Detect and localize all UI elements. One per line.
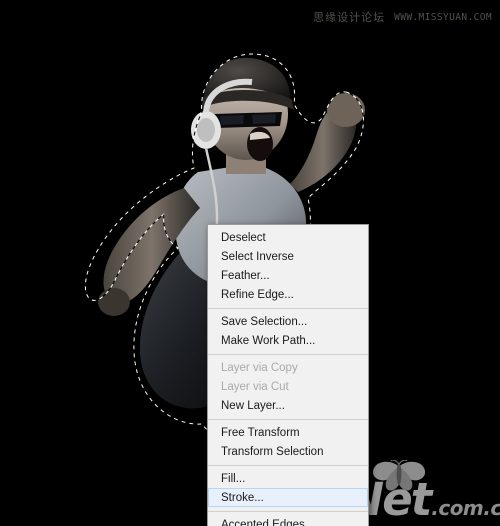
menu-item-layer-via-copy: Layer via Copy	[221, 362, 298, 374]
menu-item-layer-via-cut: Layer via Cut	[221, 381, 289, 393]
menu-item-fill[interactable]: Fill...	[208, 469, 368, 488]
menu-item-select-inverse[interactable]: Select Inverse	[208, 247, 368, 266]
watermark-chinese-text: 思缘设计论坛	[313, 11, 386, 24]
menu-separator	[208, 465, 368, 466]
menu-item-free-transform[interactable]: Free Transform	[208, 423, 368, 442]
menu-item-make-work-path[interactable]: Make Work Path...	[208, 331, 368, 350]
photoshop-canvas: 思缘设计论坛 WWW.MISSYUAN.COM Net .com. Desele…	[0, 0, 500, 526]
sunglass-lens-left	[220, 115, 244, 125]
watermark: 思缘设计论坛 WWW.MISSYUAN.COM	[313, 9, 492, 25]
menu-separator	[208, 354, 368, 355]
menu-item-new-layer[interactable]: New Layer...	[208, 396, 368, 415]
menu-item-save-selection[interactable]: Save Selection...	[208, 312, 368, 331]
logo-text-domain: .com.cn	[431, 496, 500, 520]
headphone-earpad	[197, 118, 215, 142]
menu-item-transform-selection[interactable]: Transform Selection	[208, 442, 368, 461]
menu-separator	[208, 419, 368, 420]
watermark-url-text: WWW.MISSYUAN.COM	[394, 11, 492, 23]
menu-item-accented-edges[interactable]: Accented Edges	[208, 515, 368, 526]
menu-separator	[208, 511, 368, 512]
sunglass-lens-right	[252, 114, 276, 124]
menu-item-refine-edge[interactable]: Refine Edge...	[208, 285, 368, 304]
menu-item-deselect[interactable]: Deselect	[208, 228, 368, 247]
context-menu[interactable]: Deselect Select Inverse Feather... Refine E…	[207, 224, 369, 526]
menu-separator	[208, 308, 368, 309]
subject-left-hand	[98, 288, 130, 316]
subject-fist	[327, 93, 365, 127]
menu-item-stroke[interactable]: Stroke...	[208, 488, 368, 507]
menu-item-feather[interactable]: Feather...	[208, 266, 368, 285]
